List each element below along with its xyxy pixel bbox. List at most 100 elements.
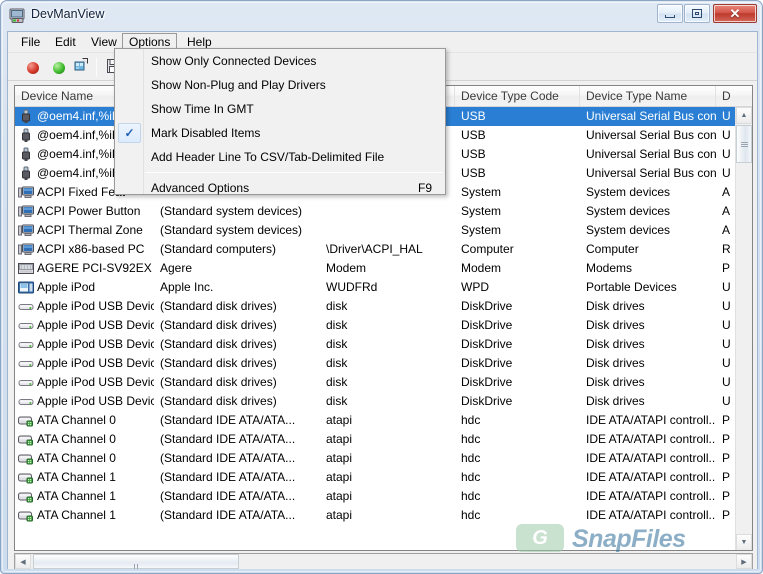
cell-d: P <box>722 508 731 522</box>
cell-service: WUDFRd <box>326 280 378 294</box>
table-row[interactable]: ACPI x86-based PC (Standard computers) \Dr… <box>15 240 737 259</box>
cell-device-name: Apple iPod USB Device <box>37 394 154 408</box>
cell-d: U <box>722 109 731 123</box>
column-header-d[interactable]: D <box>716 86 737 106</box>
table-row[interactable]: Apple iPod USB Device (Standard disk driv… <box>15 297 737 316</box>
scroll-down-button[interactable]: ▼ <box>736 534 752 550</box>
cell-d: R <box>722 242 731 256</box>
cell-vendor: Agere <box>160 261 193 275</box>
table-row[interactable]: Apple iPod USB Device (Standard disk driv… <box>15 316 737 335</box>
refresh-button[interactable] <box>70 57 92 78</box>
cell-d: U <box>722 375 731 389</box>
table-row[interactable]: Apple iPod USB Device (Standard disk driv… <box>15 373 737 392</box>
cell-service: atapi <box>326 489 353 503</box>
enable-device-button[interactable] <box>48 57 70 78</box>
menu-item-mark-disabled-items[interactable]: ✓ Mark Disabled Items <box>115 121 445 145</box>
cell-device-type-name: Disk drives <box>586 394 645 408</box>
maximize-icon <box>685 5 709 22</box>
options-menu[interactable]: Show Only Connected Devices Show Non-Plug… <box>114 48 446 195</box>
cell-vendor: (Standard system devices) <box>160 223 303 237</box>
table-row[interactable]: ATA Channel 1 (Standard IDE ATA/ATA... ata… <box>15 487 737 506</box>
cell-d: U <box>722 166 731 180</box>
scroll-left-button[interactable]: ◀ <box>15 554 31 569</box>
table-row[interactable]: Apple iPod USB Device (Standard disk driv… <box>15 354 737 373</box>
cell-service: atapi <box>326 470 353 484</box>
cell-device-type-name: System devices <box>586 223 671 237</box>
menu-file[interactable]: File <box>14 34 47 51</box>
menu-item-add-header-line-to-csv-tab-delimited-file[interactable]: Add Header Line To CSV/Tab-Delimited Fil… <box>115 145 445 169</box>
options-menu-items: Show Only Connected Devices Show Non-Plug… <box>115 49 445 200</box>
cell-d: U <box>722 299 731 313</box>
cell-device-type-code: hdc <box>461 413 481 427</box>
cell-device-type-name: IDE ATA/ATAPI controll... <box>586 489 716 503</box>
menu-item-label: Add Header Line To CSV/Tab-Delimited Fil… <box>151 150 385 164</box>
table-row[interactable]: ATA Channel 0 (Standard IDE ATA/ATA... ata… <box>15 430 737 449</box>
menu-item-show-only-connected-devices[interactable]: Show Only Connected Devices <box>115 49 445 73</box>
cell-device-name: Apple iPod USB Device <box>37 375 154 389</box>
table-row[interactable]: AGERE PCI-SV92EX So... Agere Modem Modem Mod… <box>15 259 737 278</box>
cell-device-type-name: Universal Serial Bus cont... <box>586 128 716 142</box>
cell-device-type-name: Computer <box>586 242 639 256</box>
menu-item-label: Show Time In GMT <box>151 102 254 116</box>
menu-separator <box>145 172 443 173</box>
scroll-right-button[interactable]: ▶ <box>736 554 752 569</box>
table-row[interactable]: ACPI Thermal Zone (Standard system device… <box>15 221 737 240</box>
cell-d: A <box>722 185 731 199</box>
table-row[interactable]: Apple iPod USB Device (Standard disk driv… <box>15 392 737 411</box>
table-row[interactable]: ACPI Power Button (Standard system device… <box>15 202 737 221</box>
cell-service: disk <box>326 375 348 389</box>
cell-device-name: ATA Channel 1 <box>37 470 116 484</box>
table-row[interactable]: ATA Channel 1 (Standard IDE ATA/ATA... ata… <box>15 506 737 525</box>
table-row[interactable]: Apple iPod Apple Inc. WUDFRd WPD Portable De… <box>15 278 737 297</box>
vertical-scrollbar[interactable]: ▲ ▼ <box>735 107 752 550</box>
column-header-device-type-code[interactable]: Device Type Code <box>455 86 580 106</box>
cell-device-name: ATA Channel 0 <box>37 451 116 465</box>
scroll-up-button[interactable]: ▲ <box>736 107 752 124</box>
cell-device-type-code: DiskDrive <box>461 394 513 408</box>
green-dot-icon <box>53 61 65 74</box>
menu-item-label: Show Only Connected Devices <box>151 54 317 68</box>
cell-d: U <box>722 356 731 370</box>
cell-service: Modem <box>326 261 367 275</box>
window-title: DevManView <box>31 7 105 21</box>
horizontal-scroll-thumb[interactable] <box>33 554 239 569</box>
disable-device-button[interactable] <box>22 57 44 78</box>
vertical-scroll-thumb[interactable] <box>736 125 752 163</box>
cell-device-type-name: IDE ATA/ATAPI controll... <box>586 451 716 465</box>
cell-d: U <box>722 337 731 351</box>
cell-device-type-code: Modem <box>461 261 502 275</box>
cell-device-type-code: DiskDrive <box>461 375 513 389</box>
cell-vendor: (Standard computers) <box>160 242 277 256</box>
cell-device-type-code: WPD <box>461 280 489 294</box>
cell-device-type-code: hdc <box>461 508 481 522</box>
cell-device-type-name: Universal Serial Bus cont... <box>586 109 716 123</box>
cell-device-name: Apple iPod USB Device <box>37 356 154 370</box>
table-row[interactable]: ATA Channel 1 (Standard IDE ATA/ATA... ata… <box>15 468 737 487</box>
table-row[interactable]: ATA Channel 0 (Standard IDE ATA/ATA... ata… <box>15 411 737 430</box>
cell-d: U <box>722 128 731 142</box>
table-row[interactable]: Apple iPod USB Device (Standard disk driv… <box>15 335 737 354</box>
close-button[interactable]: ✕ <box>713 4 757 23</box>
menu-item-show-non-plug-and-play-drivers[interactable]: Show Non-Plug and Play Drivers <box>115 73 445 97</box>
minimize-button[interactable] <box>657 4 683 23</box>
cell-d: P <box>722 261 731 275</box>
cell-service: disk <box>326 394 348 408</box>
menu-item-label: Advanced Options <box>151 181 250 195</box>
cell-d: U <box>722 318 731 332</box>
cell-d: P <box>722 489 731 503</box>
menu-item-show-time-in-gmt[interactable]: Show Time In GMT <box>115 97 445 121</box>
cell-device-type-name: IDE ATA/ATAPI controll... <box>586 508 716 522</box>
cell-device-type-code: DiskDrive <box>461 356 513 370</box>
cell-device-type-name: Disk drives <box>586 299 645 313</box>
cell-device-type-name: Universal Serial Bus cont... <box>586 166 716 180</box>
cell-device-name: ACPI Thermal Zone <box>37 223 143 237</box>
maximize-button[interactable] <box>684 4 710 23</box>
table-row[interactable]: ATA Channel 0 (Standard IDE ATA/ATA... ata… <box>15 449 737 468</box>
menu-item-advanced-options[interactable]: Advanced Options F9 <box>115 176 445 200</box>
cell-device-name: ACPI x86-based PC <box>37 242 145 256</box>
horizontal-scrollbar[interactable]: ◀ ▶ <box>14 553 753 569</box>
cell-device-name: ACPI Power Button <box>37 204 141 218</box>
column-header-device-type-name[interactable]: Device Type Name <box>580 86 716 106</box>
menu-edit[interactable]: Edit <box>48 34 83 51</box>
cell-device-type-name: Disk drives <box>586 337 645 351</box>
